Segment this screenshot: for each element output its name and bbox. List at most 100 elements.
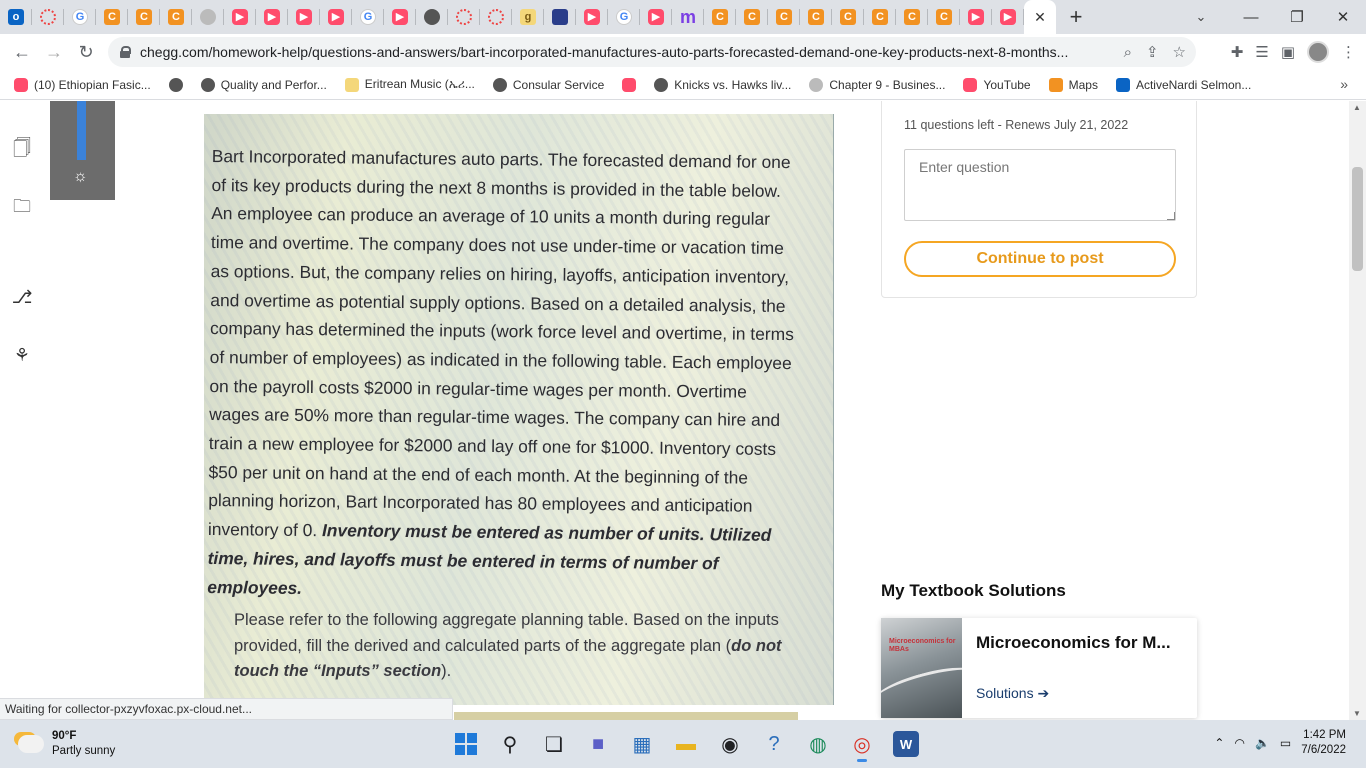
volume-icon[interactable]: 🔈 bbox=[1255, 736, 1270, 750]
browser-tab[interactable]: ▶ bbox=[256, 0, 288, 34]
share-icon[interactable]: ⇪ bbox=[1146, 43, 1159, 61]
reading-list-icon[interactable]: ☰ bbox=[1255, 43, 1268, 61]
back-icon[interactable]: ← bbox=[6, 36, 38, 68]
file-explorer-icon[interactable]: ▬ bbox=[668, 726, 704, 762]
question-input[interactable] bbox=[904, 149, 1176, 221]
browser-tab[interactable]: ▶ bbox=[576, 0, 608, 34]
browser-tab[interactable]: ▶ bbox=[288, 0, 320, 34]
browser-tab[interactable] bbox=[480, 0, 512, 34]
clock[interactable]: 1:42 PM 7/6/2022 bbox=[1301, 728, 1346, 758]
browser-tab[interactable]: C bbox=[864, 0, 896, 34]
browser-tab[interactable]: C bbox=[896, 0, 928, 34]
more-bookmarks-icon[interactable]: » bbox=[1340, 76, 1348, 92]
chevron-down-icon[interactable]: ⌄ bbox=[1186, 0, 1216, 34]
bookmark-item[interactable]: Maps bbox=[1048, 77, 1098, 92]
browser-tab[interactable]: C bbox=[704, 0, 736, 34]
start-button[interactable] bbox=[448, 726, 484, 762]
new-tab-button[interactable]: + bbox=[1056, 0, 1096, 34]
browser-tab[interactable]: C bbox=[160, 0, 192, 34]
browser-tab[interactable]: C bbox=[928, 0, 960, 34]
browser-tab[interactable]: G bbox=[608, 0, 640, 34]
browser-tab[interactable]: C bbox=[128, 0, 160, 34]
ring-icon bbox=[456, 9, 472, 25]
browser-tab[interactable] bbox=[448, 0, 480, 34]
side-panel-icon[interactable]: ▣ bbox=[1281, 43, 1295, 61]
browser-tab[interactable]: g bbox=[512, 0, 544, 34]
brightness-slider[interactable] bbox=[77, 101, 86, 160]
browser-tab[interactable]: C bbox=[96, 0, 128, 34]
textbook-title[interactable]: Microeconomics for M... bbox=[976, 633, 1186, 653]
browser-tab[interactable] bbox=[544, 0, 576, 34]
browser-tab[interactable]: ▶ bbox=[224, 0, 256, 34]
chevron-up-icon[interactable]: ⌃ bbox=[1214, 736, 1224, 750]
browser-tab[interactable] bbox=[32, 0, 64, 34]
left-rail: 🗍 🗀 ⎇ ⚘ bbox=[0, 101, 50, 720]
battery-icon[interactable]: ▭ bbox=[1280, 736, 1291, 750]
bookmark-item[interactable]: Consular Service bbox=[492, 77, 604, 92]
textbook-card[interactable]: Microeconomics for MBAs Microeconomics f… bbox=[881, 618, 1197, 718]
menu-icon[interactable]: ⋮ bbox=[1341, 43, 1356, 61]
browser-tab[interactable]: C bbox=[832, 0, 864, 34]
plant-icon[interactable]: ⚘ bbox=[10, 343, 34, 367]
scroll-up-icon[interactable]: ▲ bbox=[1353, 103, 1361, 112]
textbook-cover[interactable]: Microeconomics for MBAs bbox=[881, 618, 962, 718]
lock-icon[interactable] bbox=[120, 46, 131, 58]
browser-tab[interactable] bbox=[192, 0, 224, 34]
help-icon[interactable]: ? bbox=[756, 726, 792, 762]
forward-icon[interactable]: → bbox=[38, 36, 70, 68]
browser-tab[interactable]: ▶ bbox=[320, 0, 352, 34]
flow-icon[interactable]: ⎇ bbox=[10, 285, 34, 309]
reload-icon[interactable]: ↻ bbox=[70, 36, 102, 68]
scroll-thumb[interactable] bbox=[1352, 167, 1363, 271]
edge-icon[interactable]: ◍ bbox=[800, 726, 836, 762]
browser-tab[interactable]: ▶ bbox=[384, 0, 416, 34]
browser-tab[interactable]: m bbox=[672, 0, 704, 34]
bookmark-star-icon[interactable]: ☆ bbox=[1173, 43, 1186, 61]
scroll-down-icon[interactable]: ▼ bbox=[1353, 709, 1361, 718]
browser-tab[interactable]: ▶ bbox=[992, 0, 1024, 34]
resize-handle[interactable] bbox=[1167, 212, 1175, 220]
address-bar[interactable]: chegg.com/homework-help/questions-and-an… bbox=[108, 37, 1196, 67]
github-icon[interactable]: ◉ bbox=[712, 726, 748, 762]
bookmark-item[interactable] bbox=[622, 77, 637, 92]
minimize-icon[interactable]: — bbox=[1228, 0, 1274, 34]
close-window-icon[interactable]: ✕ bbox=[1320, 0, 1366, 34]
browser-tab[interactable]: ▶ bbox=[640, 0, 672, 34]
task-view-icon[interactable]: ❏ bbox=[536, 726, 572, 762]
bookmark-item[interactable] bbox=[168, 77, 183, 92]
browser-tab[interactable] bbox=[416, 0, 448, 34]
page-scrollbar[interactable]: ▲ ▼ bbox=[1349, 101, 1366, 720]
browser-tab[interactable]: ▶ bbox=[960, 0, 992, 34]
browser-tab[interactable]: G bbox=[352, 0, 384, 34]
browser-tab[interactable]: o bbox=[0, 0, 32, 34]
bookmark-item[interactable]: Chapter 9 - Busines... bbox=[809, 77, 945, 92]
zoom-icon[interactable]: ⌕ bbox=[1124, 44, 1132, 61]
folder-icon[interactable]: 🗀 bbox=[10, 196, 34, 221]
teams-icon[interactable]: ■ bbox=[580, 726, 616, 762]
browser-tab[interactable]: C bbox=[768, 0, 800, 34]
continue-to-post-button[interactable]: Continue to post bbox=[904, 241, 1176, 277]
bookmark-item[interactable]: YouTube bbox=[963, 77, 1031, 92]
bookmark-item[interactable]: ActiveNardi Selmon... bbox=[1115, 77, 1251, 92]
search-icon[interactable]: ⚲ bbox=[492, 726, 528, 762]
chrome-icon[interactable]: ◎ bbox=[844, 726, 880, 762]
wifi-icon[interactable]: ◠ bbox=[1234, 736, 1244, 750]
bookmark-item[interactable]: (10) Ethiopian Fasic... bbox=[14, 77, 151, 92]
active-tab[interactable]: ✕ bbox=[1024, 0, 1056, 34]
restore-icon[interactable]: ❐ bbox=[1274, 0, 1320, 34]
solutions-link[interactable]: Solutions ➔ bbox=[976, 685, 1049, 702]
browser-tab[interactable]: G bbox=[64, 0, 96, 34]
profile-avatar[interactable] bbox=[1307, 41, 1329, 63]
extensions-icon[interactable]: ✚ bbox=[1231, 43, 1244, 61]
browser-tab[interactable]: C bbox=[800, 0, 832, 34]
store-icon[interactable]: ▦ bbox=[624, 726, 660, 762]
document-icon[interactable]: 🗍 bbox=[10, 138, 34, 163]
close-icon[interactable]: ✕ bbox=[1034, 9, 1046, 26]
word-icon[interactable]: W bbox=[893, 731, 919, 757]
bookmark-item[interactable]: Eritrean Music (ኤሪ... bbox=[344, 77, 475, 92]
weather-widget[interactable]: 90°F Partly sunny bbox=[18, 729, 115, 759]
url-text[interactable]: chegg.com/homework-help/questions-and-an… bbox=[140, 44, 1090, 60]
bookmark-item[interactable]: Quality and Perfor... bbox=[200, 77, 327, 92]
bookmark-item[interactable]: Knicks vs. Hawks liv... bbox=[654, 77, 791, 92]
browser-tab[interactable]: C bbox=[736, 0, 768, 34]
